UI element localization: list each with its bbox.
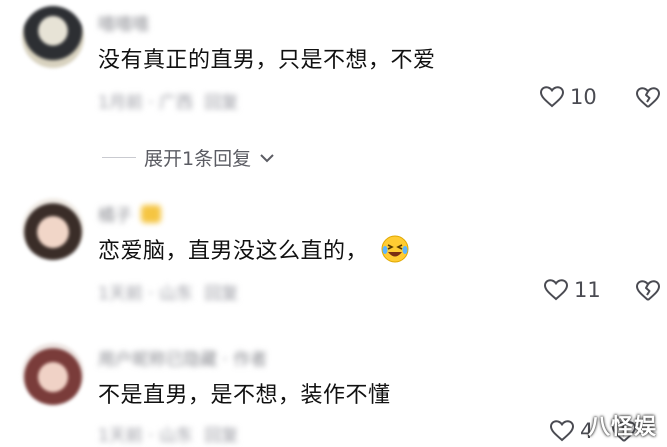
broken-heart-icon [636, 87, 660, 108]
comment-text: 恋爱脑，直男没这么直的， [98, 233, 410, 265]
comment-text-body: 恋爱脑，直男没这么直的， [98, 239, 369, 264]
comment-date-location: 1天前 · 山东 [98, 426, 194, 446]
heart-icon [540, 86, 564, 108]
divider-line [102, 157, 136, 158]
comment-text: 没有真正的直男，只是不想，不爱 [98, 48, 436, 73]
username[interactable]: 用户昵称已隐藏 · 作者 [98, 345, 267, 370]
badge-icon [141, 205, 162, 223]
expand-replies-label: 展开1条回复 [144, 148, 252, 170]
like-button[interactable]: 4 [550, 419, 593, 443]
chevron-down-icon [260, 153, 274, 162]
comment-meta: 1月前 · 广西 回复 [98, 88, 238, 113]
like-count: 10 [570, 85, 597, 109]
avatar[interactable] [22, 198, 84, 260]
broken-heart-icon [636, 280, 660, 301]
comment-item: 用户昵称已隐藏 · 作者 不是直男，是不想，装作不懂 1天前 · 山东 回复 4 [0, 337, 667, 447]
heart-icon [544, 279, 568, 301]
comment-item: 橘子 恋爱脑，直男没这么直的， 1天前 · 山东 回复 11 [0, 195, 667, 315]
comment-date-location: 1月前 · 广西 [98, 93, 194, 113]
username[interactable]: 橘子 [98, 201, 162, 226]
watermark: 八怪娱 [587, 415, 657, 440]
expand-replies-button[interactable]: 展开1条回复 [102, 144, 275, 171]
like-button[interactable]: 11 [544, 278, 601, 302]
comment-item: 嘻嘻嘻 没有真正的直男，只是不想，不爱 1月前 · 广西 回复 10 [0, 0, 667, 130]
heart-icon [550, 420, 574, 442]
like-button[interactable]: 10 [540, 85, 597, 109]
like-count: 11 [574, 278, 601, 302]
avatar[interactable] [22, 343, 84, 405]
reply-button[interactable]: 回复 [204, 426, 238, 446]
laughing-crying-emoji-icon [381, 235, 409, 263]
username[interactable]: 嘻嘻嘻 [98, 10, 149, 35]
comment-date-location: 1天前 · 山东 [98, 284, 194, 304]
avatar[interactable] [22, 6, 84, 68]
comment-meta: 1天前 · 山东 回复 [98, 421, 238, 446]
reply-button[interactable]: 回复 [204, 284, 238, 304]
username-text: 橘子 [98, 206, 132, 226]
comment-meta: 1天前 · 山东 回复 [98, 279, 238, 304]
dislike-button[interactable] [636, 280, 660, 306]
comment-text: 不是直男，是不想，装作不懂 [98, 383, 391, 408]
reply-button[interactable]: 回复 [204, 93, 238, 113]
dislike-button[interactable] [636, 87, 660, 113]
